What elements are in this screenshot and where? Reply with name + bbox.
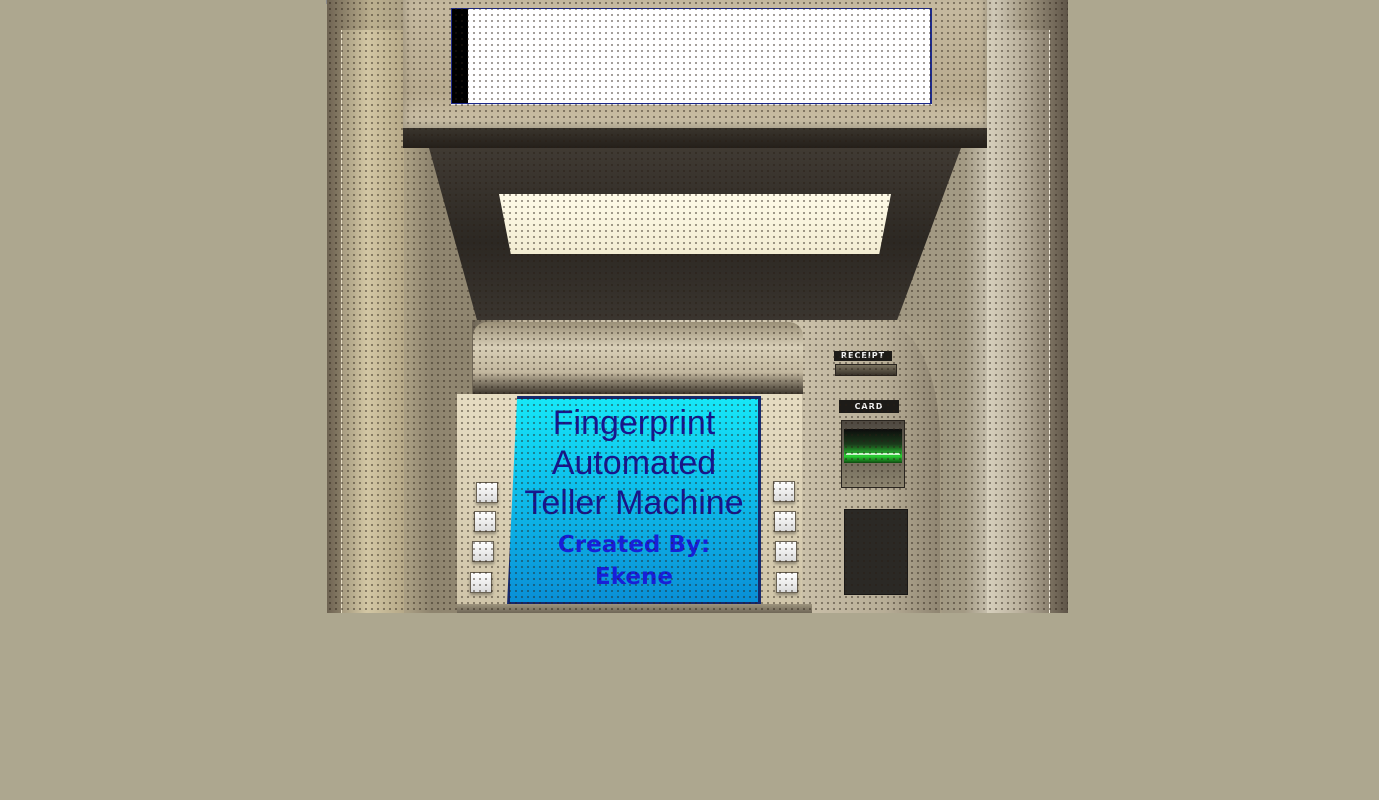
- atm-left-pillar: [341, 30, 404, 613]
- card-slot-light: [844, 429, 902, 463]
- atm-bottom-rail: [457, 604, 812, 613]
- atm-screen: Fingerprint Automated Teller Machine Cre…: [507, 396, 761, 605]
- page: Fingerprint Automated Teller Machine Cre…: [0, 0, 1379, 800]
- card-slot-icon[interactable]: [841, 420, 905, 488]
- message-display[interactable]: [451, 8, 932, 104]
- right-side-button-1[interactable]: [773, 481, 795, 502]
- screen-credit-name: Ekene: [595, 564, 673, 590]
- right-side-button-3[interactable]: [775, 541, 797, 562]
- message-display-left-bar: [452, 9, 468, 103]
- screen-title-line-2: Automated: [551, 444, 717, 482]
- left-side-button-4[interactable]: [470, 572, 492, 593]
- atm-right-pillar: [987, 30, 1050, 613]
- left-side-button-3[interactable]: [472, 541, 494, 562]
- atm-machine: Fingerprint Automated Teller Machine Cre…: [327, 0, 1068, 613]
- screen-title-line-3: Teller Machine: [524, 484, 744, 522]
- cash-dispenser-icon[interactable]: [844, 509, 908, 595]
- screen-credit-label: Created By:: [557, 532, 711, 558]
- atm-upper-bulge: [473, 322, 803, 394]
- atm-hood-lip: [403, 128, 987, 148]
- right-side-button-4[interactable]: [776, 572, 798, 593]
- right-side-button-2[interactable]: [774, 511, 796, 532]
- card-label: CARD: [839, 400, 899, 413]
- canopy-light: [499, 194, 891, 254]
- screen-title-line-1: Fingerprint: [552, 404, 716, 442]
- screen-content: Fingerprint Automated Teller Machine Cre…: [510, 403, 758, 593]
- receipt-slot-icon[interactable]: [835, 364, 897, 376]
- card-slot-line: [846, 453, 900, 455]
- receipt-label: RECEIPT: [834, 351, 892, 361]
- left-side-button-2[interactable]: [474, 511, 496, 532]
- left-side-button-1[interactable]: [476, 482, 498, 503]
